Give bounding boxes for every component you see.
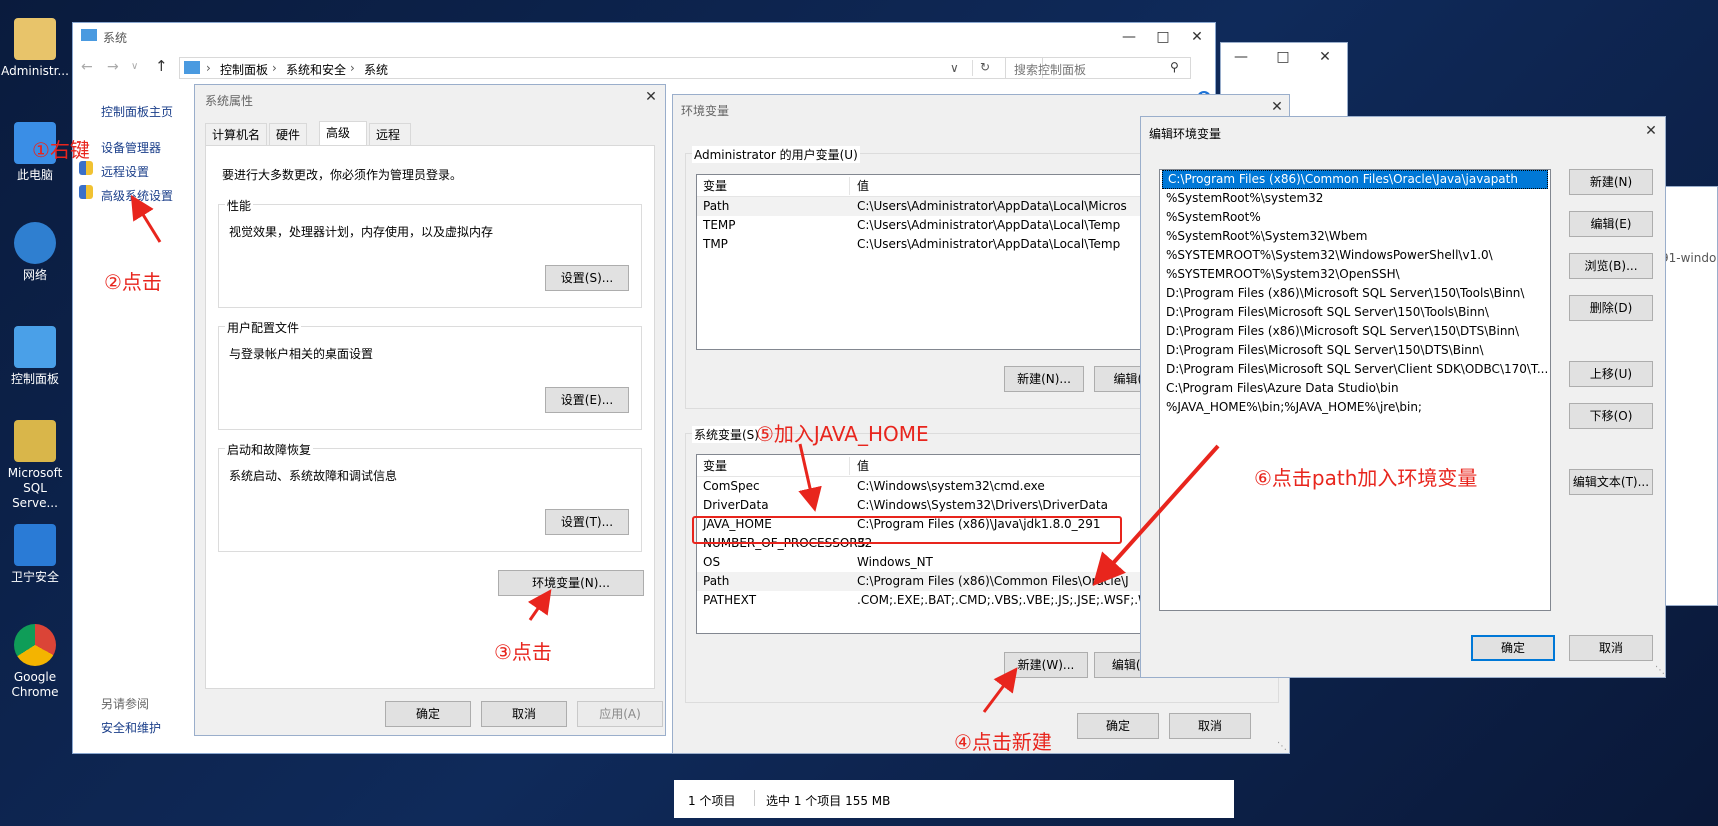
arrow-step-3 bbox=[527, 589, 552, 621]
annotation-arrows bbox=[130, 194, 1220, 713]
arrow-step-6 bbox=[1092, 444, 1220, 586]
arrow-step-5 bbox=[798, 443, 822, 512]
desktop: Administr... 此电脑 网络 控制面板 Microsoft SQL S… bbox=[0, 0, 1718, 826]
tab-advanced[interactable]: 高级 bbox=[319, 121, 367, 145]
arrow-step-2 bbox=[130, 194, 162, 243]
arrow-step-4 bbox=[982, 667, 1018, 713]
